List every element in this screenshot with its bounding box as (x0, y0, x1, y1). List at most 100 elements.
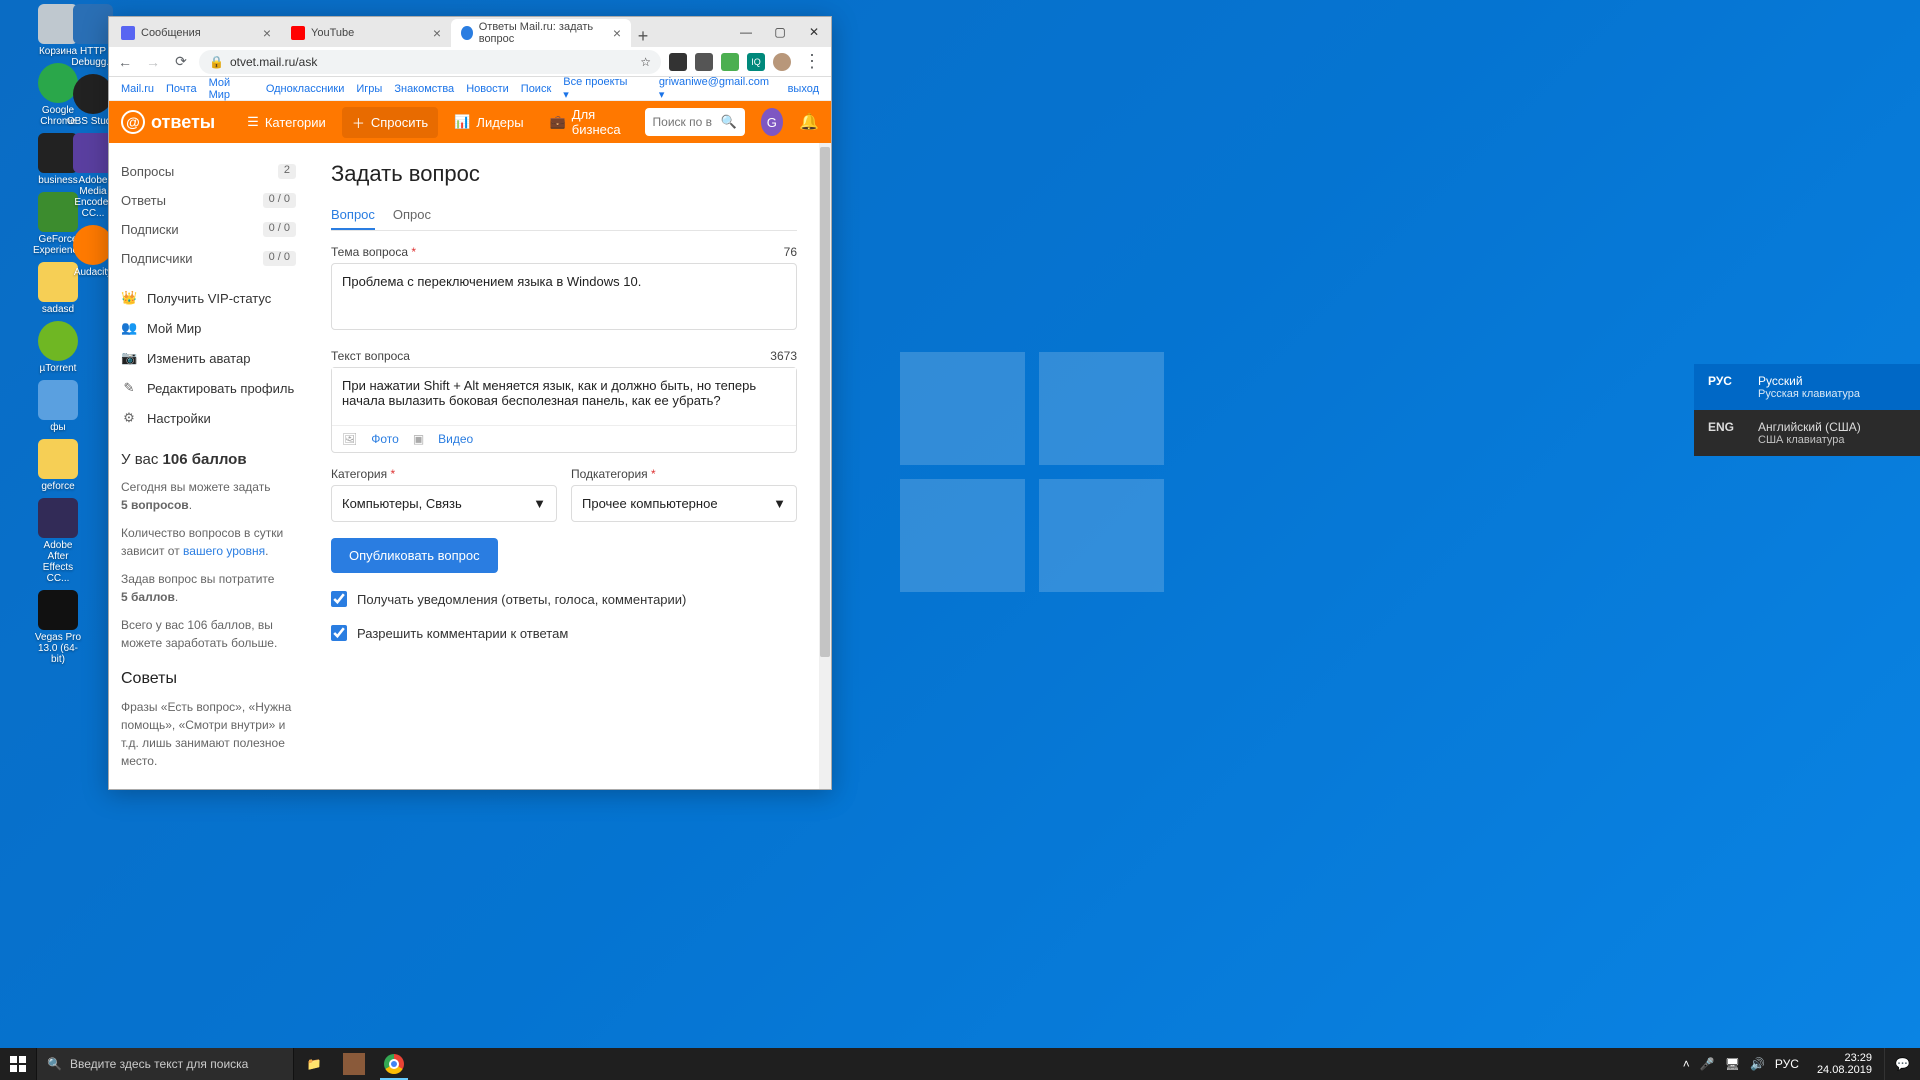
search-icon[interactable]: 🔍 (721, 114, 737, 130)
sidebar-item-subscriptions[interactable]: Подписки0 / 0 (121, 215, 296, 244)
sidebar-item-myworld[interactable]: 👥Мой Мир (121, 313, 296, 343)
address-bar: ← → ⟳ 🔒 otvet.mail.ru/ask ☆ IQ ⋮ (109, 47, 831, 77)
checkbox-notifications[interactable]: Получать уведомления (ответы, голоса, ко… (331, 591, 797, 607)
close-button[interactable]: ✕ (797, 17, 831, 47)
close-icon[interactable]: × (263, 25, 271, 41)
people-icon: 👥 (121, 320, 137, 336)
extension-icon[interactable] (695, 53, 713, 71)
camera-icon: 📷 (121, 350, 137, 366)
score-heading: У вас 106 баллов (121, 451, 296, 468)
nav-leaders[interactable]: 📊 Лидеры (444, 108, 533, 136)
tray-network-icon[interactable]: 🖥 (1725, 1057, 1740, 1071)
tray-mic-icon[interactable]: 🎤 (1700, 1057, 1715, 1071)
checkbox-input[interactable] (331, 625, 347, 641)
browser-tab[interactable]: YouTube× (281, 19, 451, 47)
omnibox[interactable]: 🔒 otvet.mail.ru/ask ☆ (199, 50, 661, 74)
topic-input[interactable] (331, 263, 797, 330)
task-app[interactable] (334, 1048, 374, 1080)
browser-tab-active[interactable]: Ответы Mail.ru: задать вопрос× (451, 19, 631, 47)
action-center-button[interactable]: 💬 (1884, 1048, 1920, 1080)
portal-link[interactable]: Почта (166, 83, 197, 95)
site-header: @ответы ☰ Категории ＋ Спросить 📊 Лидеры … (109, 101, 831, 143)
nav-business[interactable]: 💼 Для бизнеса (540, 101, 639, 143)
crown-icon: 👑 (121, 290, 137, 306)
subcategory-select[interactable]: Прочее компьютерное▼ (571, 485, 797, 522)
tray-language[interactable]: РУС (1775, 1057, 1799, 1071)
star-icon[interactable]: ☆ (640, 55, 651, 69)
maximize-button[interactable]: ▢ (763, 17, 797, 47)
close-icon[interactable]: × (433, 25, 441, 41)
portal-link[interactable]: Одноклассники (266, 83, 345, 95)
taskbar-search[interactable]: 🔍Введите здесь текст для поиска (36, 1048, 294, 1080)
portal-link[interactable]: Mail.ru (121, 83, 154, 95)
extension-icon[interactable] (669, 53, 687, 71)
checkbox-comments[interactable]: Разрешить комментарии к ответам (331, 625, 797, 641)
extension-icon[interactable]: IQ (747, 53, 765, 71)
tab-poll[interactable]: Опрос (393, 201, 431, 230)
portal-link[interactable]: Игры (356, 83, 382, 95)
portal-link-dropdown[interactable]: Все проекты ▾ (563, 76, 635, 101)
sidebar-item-settings[interactable]: ⚙Настройки (121, 403, 296, 433)
close-icon[interactable]: × (613, 25, 621, 41)
portal-link[interactable]: Знакомства (394, 83, 454, 95)
sidebar-item-vip[interactable]: 👑Получить VIP-статус (121, 283, 296, 313)
back-button[interactable]: ← (115, 52, 135, 72)
profile-avatar-icon[interactable] (773, 53, 791, 71)
text-input[interactable] (332, 368, 796, 420)
category-select[interactable]: Компьютеры, Связь▼ (331, 485, 557, 522)
attach-video[interactable]: Видео (438, 432, 473, 446)
portal-link[interactable]: Поиск (521, 83, 551, 95)
sidebar-item-questions[interactable]: Вопросы2 (121, 157, 296, 186)
level-link[interactable]: вашего уровня (183, 544, 265, 558)
tabs: Вопрос Опрос (331, 201, 797, 231)
search-box[interactable]: 🔍 (645, 108, 745, 136)
menu-button[interactable]: ⋮ (799, 51, 825, 72)
titlebar: Сообщения× YouTube× Ответы Mail.ru: зада… (109, 17, 831, 47)
browser-tab[interactable]: Сообщения× (111, 19, 281, 47)
at-icon: @ (121, 110, 145, 134)
chevron-down-icon: ▼ (533, 496, 546, 511)
nav-ask[interactable]: ＋ Спросить (342, 107, 438, 138)
forward-button[interactable]: → (143, 52, 163, 72)
task-chrome[interactable] (374, 1048, 414, 1080)
reload-button[interactable]: ⟳ (171, 52, 191, 72)
discord-icon (121, 26, 135, 40)
bell-icon[interactable]: 🔔 (799, 112, 819, 132)
score-help: Всего у вас 106 баллов, вы можете зарабо… (121, 616, 296, 652)
checkbox-input[interactable] (331, 591, 347, 607)
scrollbar-thumb[interactable] (820, 147, 830, 657)
start-button[interactable] (0, 1048, 36, 1080)
publish-button[interactable]: Опубликовать вопрос (331, 538, 498, 573)
minimize-button[interactable]: — (729, 17, 763, 47)
sidebar-item-editprofile[interactable]: ✎Редактировать профиль (121, 373, 296, 403)
portal-link[interactable]: Новости (466, 83, 509, 95)
search-input[interactable] (653, 115, 721, 129)
user-email[interactable]: griwaniwe@gmail.com ▾ (659, 76, 776, 101)
user-avatar[interactable]: G (761, 108, 784, 136)
task-explorer[interactable]: 📁 (294, 1048, 334, 1080)
chevron-down-icon: ▼ (773, 496, 786, 511)
logout-link[interactable]: выход (788, 83, 819, 95)
tips-text: Фразы «Есть вопрос», «Нужна помощь», «См… (121, 698, 296, 770)
score-help: Количество вопросов в сутки зависит от в… (121, 524, 296, 560)
sidebar-item-avatar[interactable]: 📷Изменить аватар (121, 343, 296, 373)
extension-icon[interactable] (721, 53, 739, 71)
portal-link[interactable]: Мой Мир (209, 77, 254, 101)
brand-logo[interactable]: @ответы (121, 110, 215, 134)
sidebar-item-answers[interactable]: Ответы0 / 0 (121, 186, 296, 215)
scrollbar[interactable] (819, 143, 831, 789)
new-tab-button[interactable]: + (631, 26, 655, 47)
nav-categories[interactable]: ☰ Категории (237, 108, 336, 136)
tray-volume-icon[interactable]: 🔊 (1750, 1057, 1765, 1071)
language-item-english[interactable]: ENG Английский (США)США клавиатура (1694, 410, 1920, 456)
attach-photo[interactable]: Фото (371, 432, 399, 446)
language-item-russian[interactable]: РУС РусскийРусская клавиатура (1694, 364, 1920, 410)
page-title: Задать вопрос (331, 161, 797, 187)
tab-question[interactable]: Вопрос (331, 201, 375, 230)
language-popup: РУС РусскийРусская клавиатура ENG Англий… (1694, 364, 1920, 456)
sidebar-item-subscribers[interactable]: Подписчики0 / 0 (121, 244, 296, 273)
tray-chevron-icon[interactable]: ˄ (1683, 1057, 1690, 1071)
clock[interactable]: 23:2924.08.2019 (1809, 1052, 1880, 1076)
category-label: Категория * (331, 467, 395, 481)
video-icon: ▣ (413, 432, 424, 446)
